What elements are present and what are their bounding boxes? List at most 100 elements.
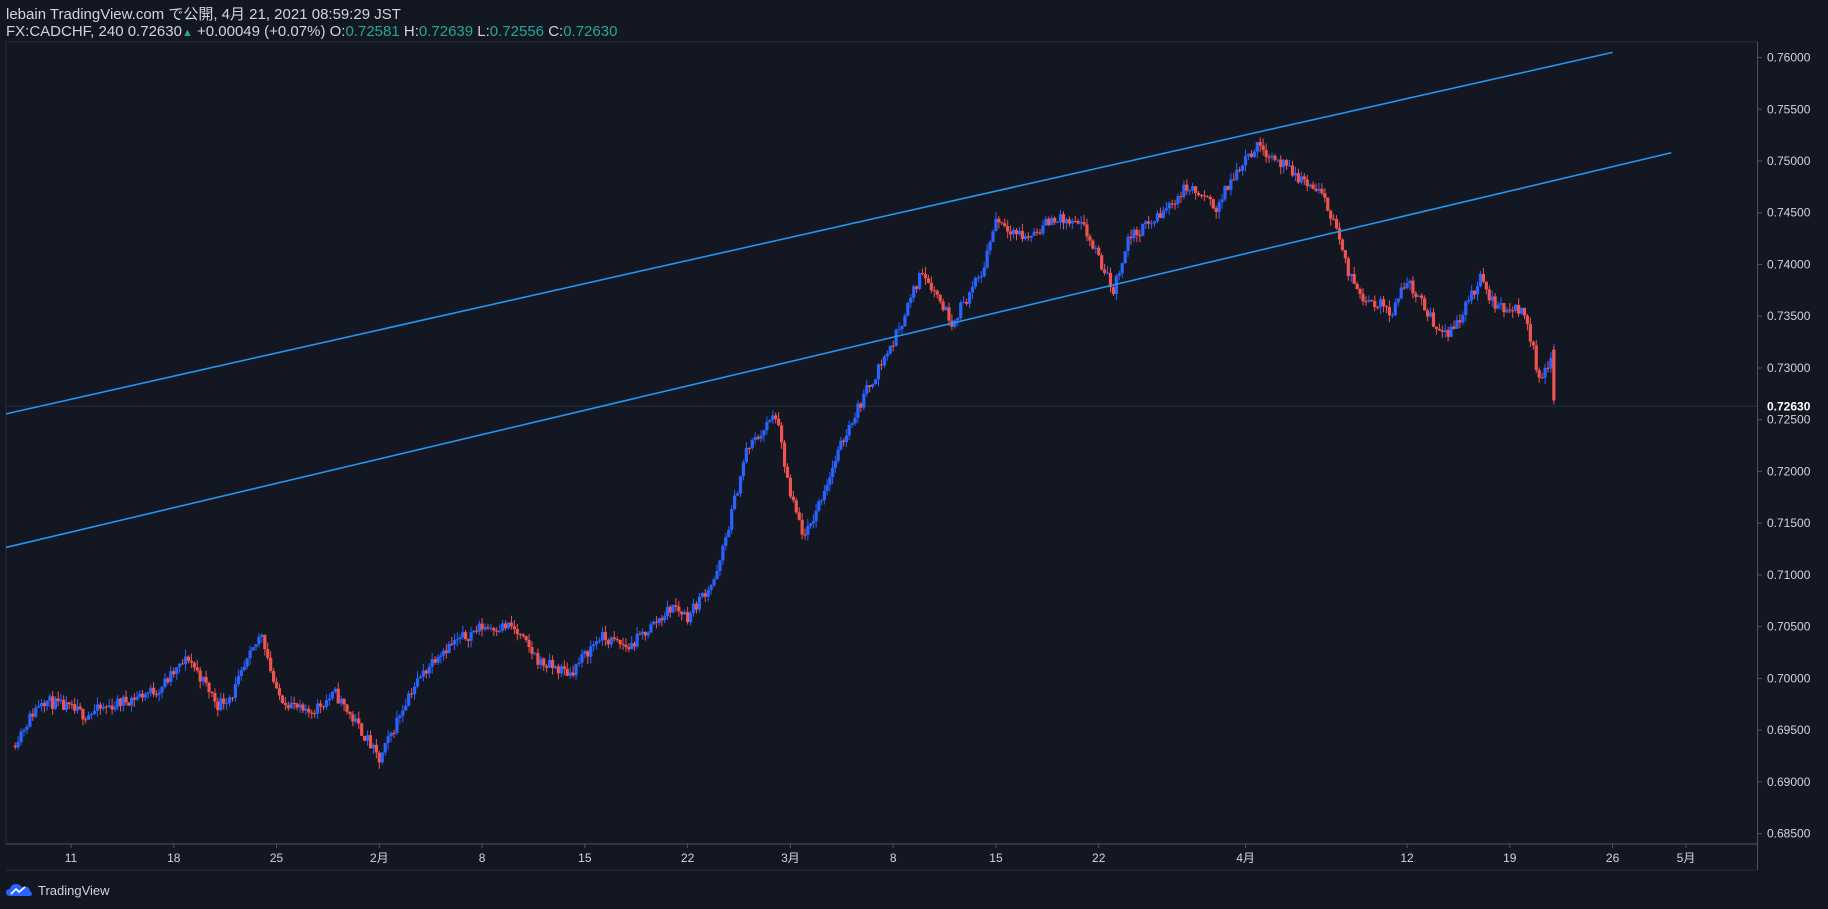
time-tick-label: 22	[1092, 851, 1106, 865]
candle	[1105, 265, 1110, 275]
candle-body	[151, 687, 156, 695]
candle-body	[774, 415, 778, 419]
candle-body	[944, 307, 948, 311]
candle	[1199, 194, 1204, 199]
candle	[321, 705, 326, 711]
candle-body	[450, 643, 454, 645]
candle-body	[418, 676, 423, 679]
candle-body	[34, 707, 38, 717]
candle	[923, 266, 928, 286]
candle	[527, 634, 531, 653]
candle	[92, 704, 97, 715]
candle	[747, 447, 751, 455]
price-axis[interactable]: 0.76000 0.75500 0.75000 0.74500 0.74000 0.735…	[1757, 51, 1811, 841]
candle-body	[466, 639, 470, 641]
candle-body	[1111, 287, 1116, 295]
candle	[1261, 138, 1265, 156]
candle-body	[568, 672, 572, 676]
candle	[124, 690, 128, 706]
candle	[721, 543, 725, 565]
candle	[1114, 274, 1118, 300]
candle-body	[906, 302, 910, 316]
candle-body	[16, 742, 20, 748]
candle	[503, 620, 508, 631]
candle-body	[871, 384, 875, 388]
candle-body	[474, 630, 479, 632]
price-chart[interactable]: 0.76000 0.75500 0.75000 0.74500 0.74000 0.735…	[0, 0, 1828, 909]
candle	[166, 676, 170, 685]
candle-body	[371, 744, 376, 749]
candle	[1123, 250, 1127, 265]
candle	[1155, 210, 1160, 224]
candle	[1038, 228, 1042, 236]
candle	[1167, 200, 1171, 215]
candle	[512, 620, 516, 635]
candle	[750, 437, 754, 451]
time-axis[interactable]: 11 18 25 2月 8 15 22 3月 8 15 22 4月 12 19 26 5月	[65, 844, 1696, 865]
candle-body	[947, 307, 951, 321]
candle-body	[380, 752, 384, 763]
channel-trendline[interactable]	[5, 51, 1613, 415]
candle-body	[195, 667, 199, 671]
candle-body	[1522, 307, 1527, 316]
candle	[89, 712, 94, 720]
candle	[1026, 232, 1030, 241]
candle	[1135, 226, 1139, 243]
candle-body	[277, 688, 282, 696]
candle	[618, 639, 622, 649]
candle-body	[811, 521, 815, 524]
candle	[1020, 223, 1024, 243]
candle-body	[686, 611, 690, 623]
candle	[641, 628, 645, 640]
candle	[1358, 287, 1362, 299]
candle-body	[461, 632, 465, 638]
candle	[225, 697, 229, 710]
candle	[345, 703, 349, 715]
candle	[483, 623, 487, 632]
candle-body	[756, 437, 760, 439]
candle-body	[657, 618, 661, 623]
candle	[389, 731, 393, 743]
candle-body	[1381, 299, 1386, 307]
candle	[932, 286, 936, 298]
candle-body	[706, 589, 710, 597]
candle-body	[1399, 287, 1403, 299]
candle	[175, 667, 179, 680]
candle-body	[42, 702, 46, 707]
candle	[791, 490, 795, 503]
channel-trendline[interactable]	[5, 151, 1672, 549]
candle-body	[586, 651, 590, 657]
candle-body	[985, 250, 989, 268]
candle	[663, 611, 667, 624]
candle	[649, 621, 653, 634]
time-tick-label: 2月	[370, 851, 389, 865]
candle	[1191, 182, 1195, 194]
candle	[1384, 305, 1389, 314]
candle	[135, 691, 139, 702]
candle	[450, 637, 454, 647]
candle	[439, 652, 443, 664]
candle-body	[1299, 176, 1303, 183]
candle	[691, 598, 696, 617]
candle-body	[1455, 320, 1459, 329]
candle-body	[1461, 314, 1465, 323]
candle	[461, 625, 465, 640]
candle-body	[62, 699, 66, 710]
candle-body	[216, 701, 220, 711]
candle	[686, 606, 690, 625]
price-tick-label: 0.71000	[1767, 568, 1811, 582]
candle	[59, 693, 63, 705]
candle-body	[694, 603, 699, 610]
candle-body	[357, 718, 361, 724]
candle-body	[286, 704, 290, 709]
candle	[976, 274, 980, 283]
candle	[377, 750, 381, 769]
candle	[873, 378, 878, 385]
candle-body	[204, 676, 208, 683]
candle	[469, 626, 473, 648]
candle-body	[1528, 324, 1532, 342]
candle	[1470, 284, 1474, 305]
tradingview-logo[interactable]: TradingView	[6, 880, 110, 900]
candle	[1472, 290, 1477, 299]
candle	[811, 514, 815, 529]
